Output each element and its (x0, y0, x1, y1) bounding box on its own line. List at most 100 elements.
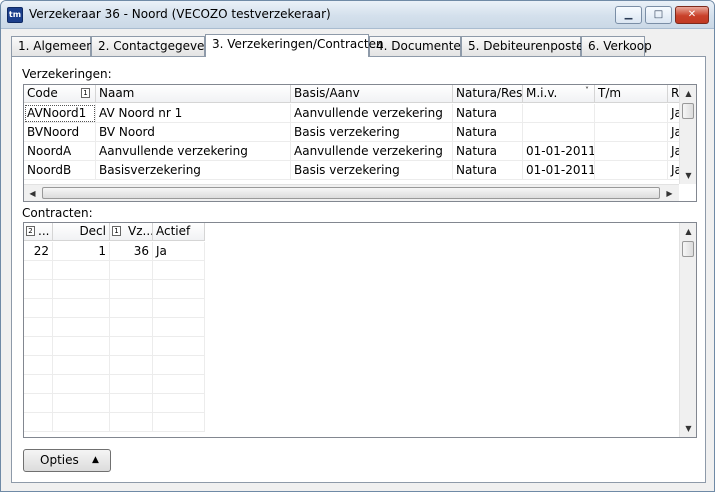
table-cell[interactable]: NoordA (24, 142, 96, 161)
empty-cell (53, 280, 110, 299)
table-cell[interactable] (523, 123, 595, 142)
empty-cell (153, 337, 205, 356)
empty-cell (24, 356, 53, 375)
empty-cell (153, 394, 205, 413)
table-cell[interactable] (595, 104, 668, 123)
horizontal-scrollbar[interactable]: ◀ ▶ (24, 184, 679, 201)
table-cell[interactable]: Aanvullende verzekering (291, 142, 453, 161)
table-cell[interactable] (595, 161, 668, 180)
empty-cell (53, 299, 110, 318)
tab-contactgegevens[interactable]: 2. Contactgegevens (91, 36, 218, 56)
column-header-decl[interactable]: Decl (53, 223, 110, 241)
empty-cell (24, 337, 53, 356)
scroll-thumb[interactable] (682, 241, 694, 257)
table-cell[interactable]: Natura (453, 104, 523, 123)
table-cell[interactable] (595, 123, 668, 142)
empty-cell (110, 394, 153, 413)
empty-cell (153, 261, 205, 280)
table-cell[interactable]: Basis verzekering (291, 123, 453, 142)
empty-cell (53, 318, 110, 337)
empty-cell (110, 261, 153, 280)
table-cell[interactable]: Natura (453, 142, 523, 161)
column-header-tm[interactable]: T/m (595, 85, 668, 103)
empty-cell (53, 356, 110, 375)
vertical-scrollbar[interactable]: ▲ ▼ (679, 85, 696, 184)
app-icon[interactable]: tm (7, 7, 23, 23)
scroll-right-icon[interactable]: ▶ (661, 185, 678, 201)
scroll-up-icon[interactable]: ▲ (680, 85, 696, 102)
table-cell[interactable]: 1 (53, 242, 110, 261)
column-header-vz[interactable]: 1 Vz... (110, 223, 153, 241)
table-cell[interactable] (595, 142, 668, 161)
empty-cell (110, 356, 153, 375)
caret-up-icon: ▲ (92, 455, 99, 465)
scroll-up-icon[interactable]: ▲ (680, 223, 696, 240)
vertical-scrollbar[interactable]: ▲ ▼ (679, 223, 696, 437)
verzekeringen-grid: Code 1 Naam Basis/Aanv Natura/Rest M.i.v… (23, 84, 697, 202)
table-cell[interactable]: 22 (24, 242, 53, 261)
scroll-thumb[interactable] (682, 103, 694, 119)
scroll-thumb[interactable] (42, 187, 660, 199)
empty-cell (110, 299, 153, 318)
scroll-left-icon[interactable]: ◀ (24, 185, 41, 201)
empty-cell (24, 299, 53, 318)
minimize-button[interactable]: ▁ (615, 6, 642, 24)
table-cell[interactable]: Natura (453, 123, 523, 142)
sort-desc-icon: ˅ (585, 86, 589, 95)
empty-cell (53, 337, 110, 356)
title-bar[interactable]: tm Verzekeraar 36 - Noord (VECOZO testve… (1, 1, 714, 29)
table-cell[interactable]: Natura (453, 161, 523, 180)
column-header-basis-aanv[interactable]: Basis/Aanv (291, 85, 453, 103)
table-cell[interactable]: 01-01-2011 (523, 142, 595, 161)
empty-cell (24, 394, 53, 413)
column-header-natura-rest[interactable]: Natura/Rest (453, 85, 523, 103)
table-cell[interactable]: BVNoord (24, 123, 96, 142)
table-cell[interactable]: AVNoord1 (24, 104, 96, 123)
column-header-naam[interactable]: Naam (96, 85, 291, 103)
column-header-miv[interactable]: M.i.v. ˅ (523, 85, 595, 103)
empty-cell (53, 394, 110, 413)
contracten-label: Contracten: (22, 206, 93, 220)
empty-cell (110, 375, 153, 394)
close-icon: ✕ (687, 9, 697, 20)
table-cell[interactable]: NoordB (24, 161, 96, 180)
table-cell[interactable]: Basis verzekering (291, 161, 453, 180)
empty-cell (153, 375, 205, 394)
empty-cell (53, 261, 110, 280)
column-header-actief[interactable]: Actief (153, 223, 205, 241)
tab-debiteurenposten[interactable]: 5. Debiteurenposten (461, 36, 591, 56)
table-cell[interactable]: AV Noord nr 1 (96, 104, 291, 123)
scroll-down-icon[interactable]: ▼ (680, 167, 696, 184)
empty-cell (153, 413, 205, 432)
tab-verzekeringen-contracten[interactable]: 3. Verzekeringen/Contracten (205, 34, 384, 57)
empty-cell (53, 375, 110, 394)
main-window: tm Verzekeraar 36 - Noord (VECOZO testve… (0, 0, 715, 492)
empty-cell (53, 413, 110, 432)
empty-cell (153, 280, 205, 299)
table-cell[interactable]: Aanvullende verzekering (96, 142, 291, 161)
table-cell[interactable]: BV Noord (96, 123, 291, 142)
empty-cell (24, 261, 53, 280)
empty-cell (153, 356, 205, 375)
table-cell[interactable] (523, 104, 595, 123)
table-cell[interactable]: Aanvullende verzekering (291, 104, 453, 123)
maximize-icon: □ (653, 9, 664, 20)
maximize-button[interactable]: □ (645, 6, 672, 24)
table-cell[interactable]: 01-01-2011 (523, 161, 595, 180)
empty-cell (24, 375, 53, 394)
table-cell[interactable]: 36 (110, 242, 153, 261)
tab-algemeen[interactable]: 1. Algemeen (11, 36, 94, 56)
sort-icon: 1 (112, 226, 121, 236)
close-button[interactable]: ✕ (675, 6, 709, 24)
table-cell[interactable]: Basisverzekering (96, 161, 291, 180)
empty-cell (153, 299, 205, 318)
sort-icon: 2 (26, 226, 35, 236)
column-header-code[interactable]: Code 1 (24, 85, 96, 103)
table-cell[interactable]: Ja (153, 242, 205, 261)
scroll-down-icon[interactable]: ▼ (680, 420, 696, 437)
options-button[interactable]: Opties ▲ (23, 449, 111, 472)
empty-cell (110, 413, 153, 432)
tab-verkoop[interactable]: 6. Verkoop (581, 36, 652, 56)
column-header-id[interactable]: 2 ... (24, 223, 53, 241)
minimize-icon: ▁ (624, 9, 633, 20)
